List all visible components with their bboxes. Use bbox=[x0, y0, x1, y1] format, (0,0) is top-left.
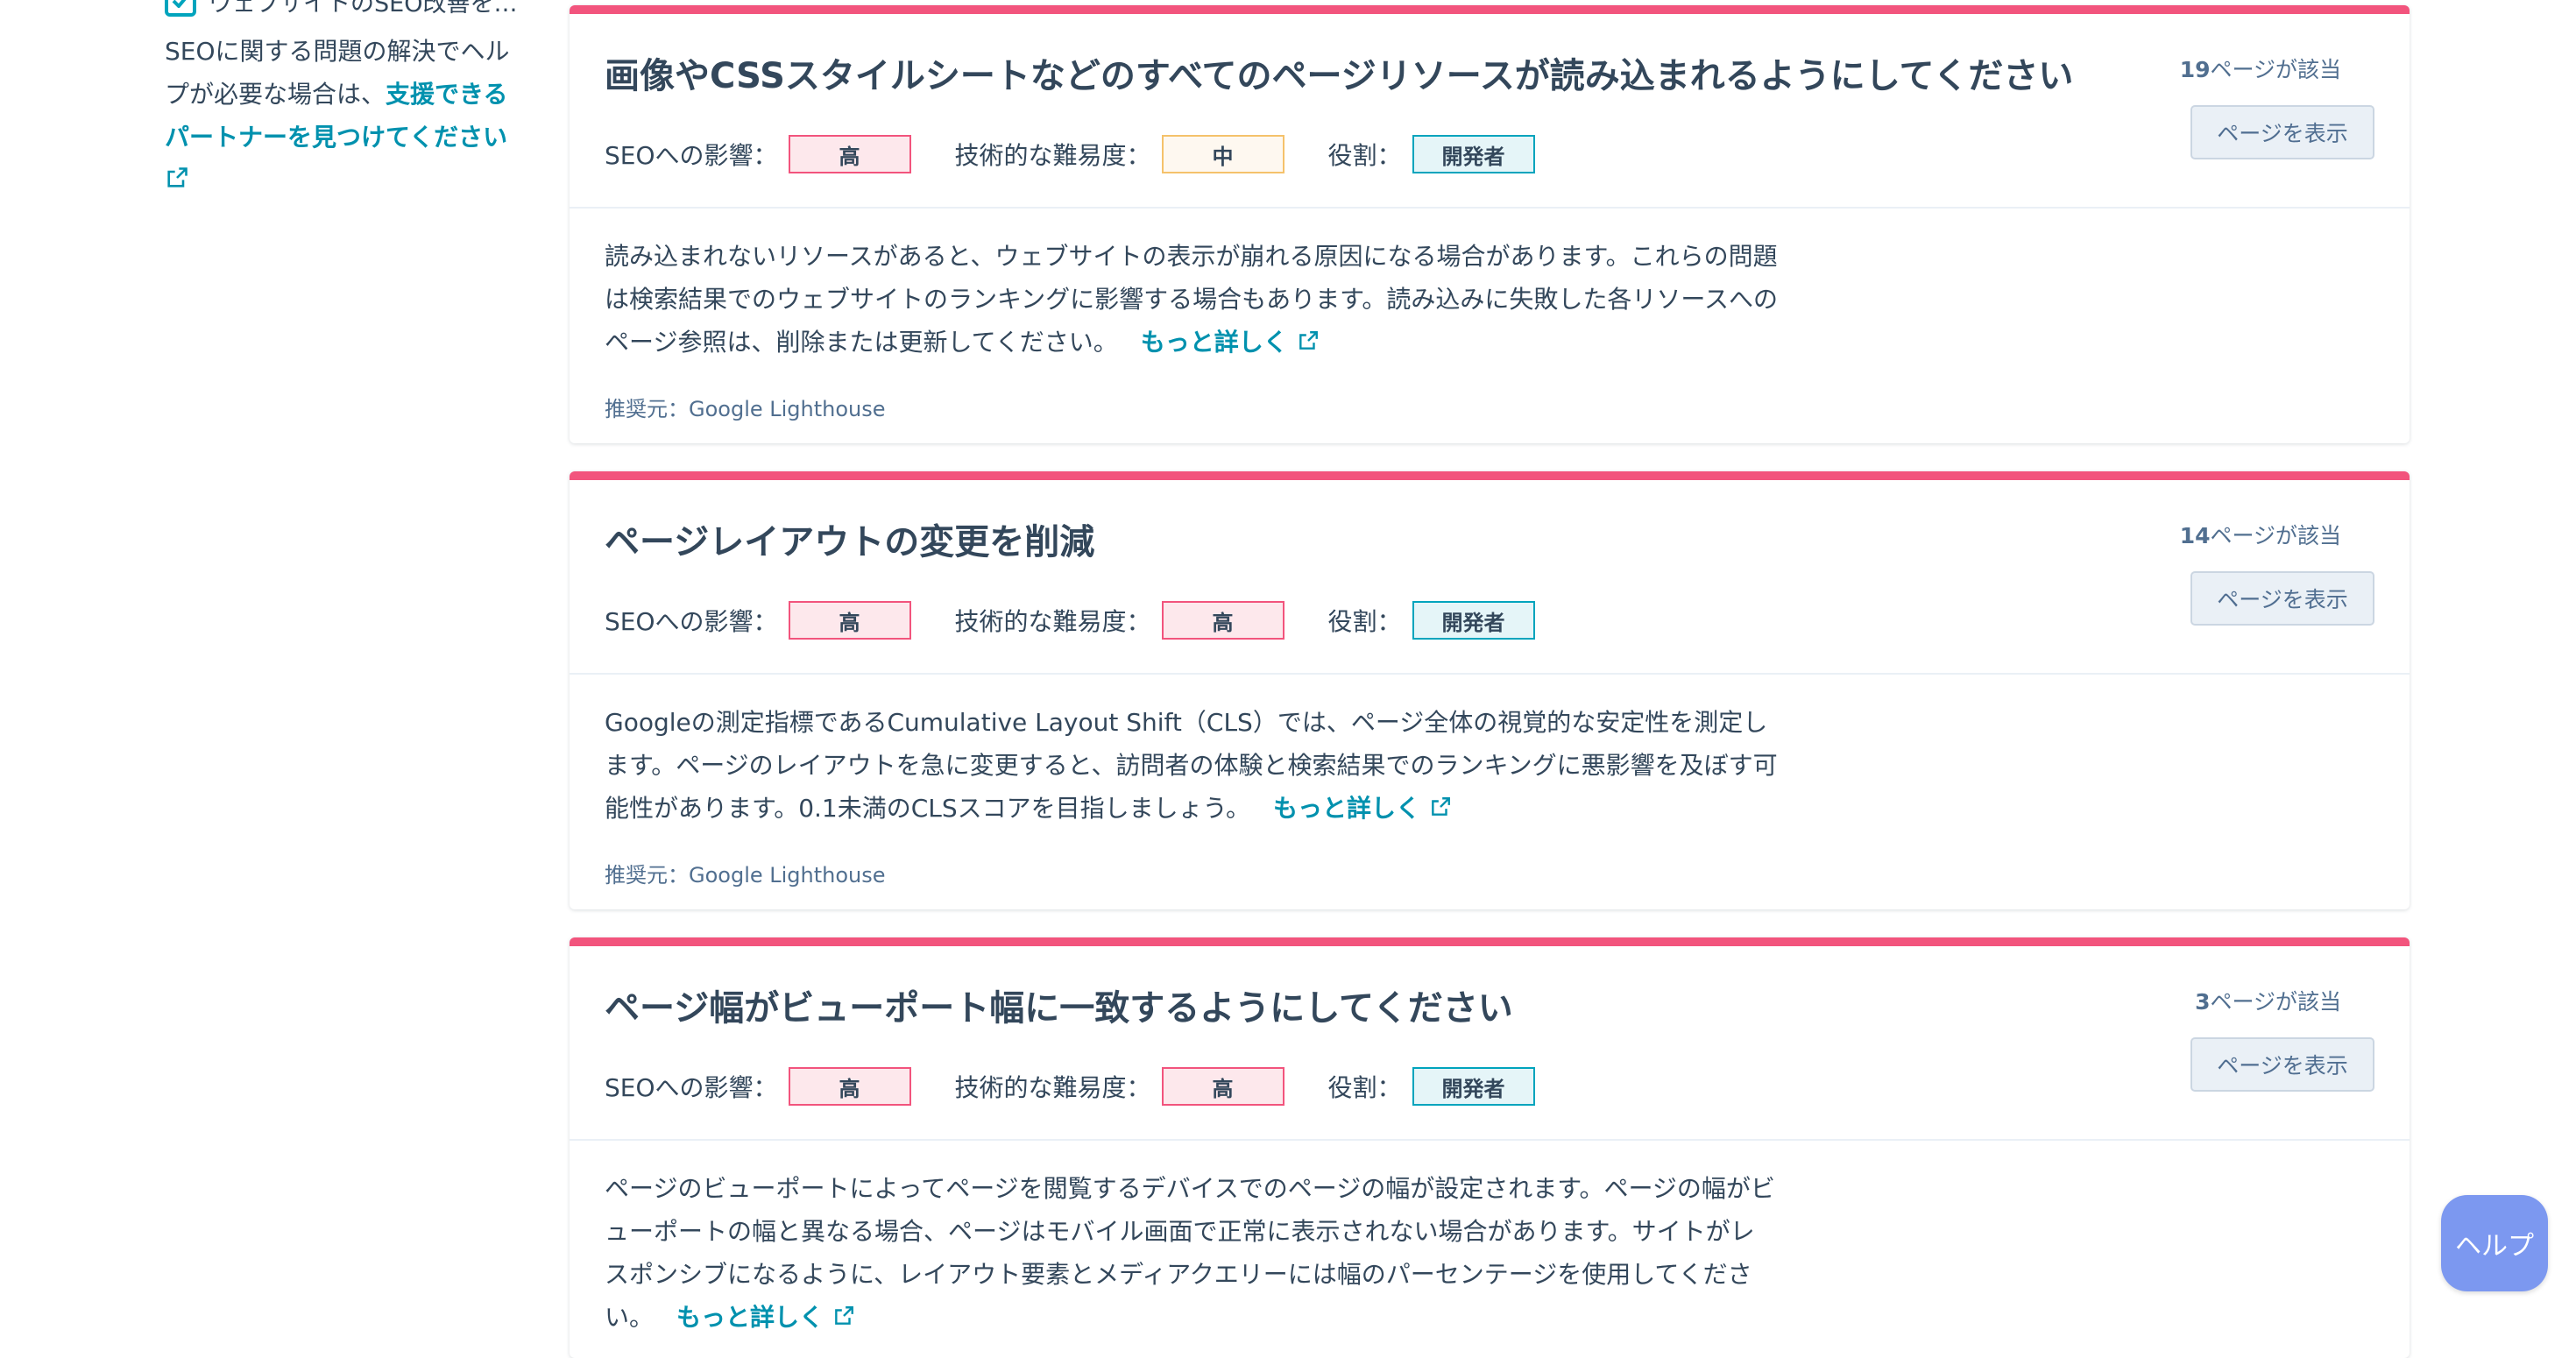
card-title: ページレイアウトの変更を削減 bbox=[605, 522, 1095, 562]
external-link-icon bbox=[1297, 322, 1320, 365]
badge-row: SEOへの影響： 高 技術的な難易度： 高 役割： 開発者 bbox=[605, 1067, 1535, 1106]
pages-count-number: 3 bbox=[2195, 989, 2211, 1015]
badge-row: SEOへの影響： 高 技術的な難易度： 中 役割： 開発者 bbox=[605, 135, 1535, 173]
pages-count: 3ページが該当 bbox=[2195, 985, 2341, 1016]
pages-count: 19ページが該当 bbox=[2180, 53, 2341, 84]
help-button[interactable]: ヘルプ bbox=[2441, 1195, 2548, 1291]
difficulty-badge: 中 bbox=[1161, 135, 1284, 173]
recommendation-source: 推奨元：Google Lighthouse bbox=[605, 862, 886, 888]
pages-count-suffix: ページが該当 bbox=[2210, 989, 2341, 1015]
role-label: 役割： bbox=[1327, 141, 1402, 170]
external-link-icon[interactable] bbox=[165, 160, 189, 203]
pages-count-number: 19 bbox=[2179, 57, 2211, 82]
view-pages-button[interactable]: ページを表示 bbox=[2190, 571, 2374, 626]
difficulty-badge: 高 bbox=[1161, 1067, 1284, 1106]
learn-more-link[interactable]: もっと詳しく bbox=[1273, 794, 1452, 823]
seo-impact-badge: 高 bbox=[788, 1067, 911, 1106]
view-pages-button[interactable]: ページを表示 bbox=[2190, 105, 2374, 159]
difficulty-label: 技術的な難易度： bbox=[954, 1073, 1151, 1102]
card-description: ページのビューポートによってページを閲覧するデバイスでのページの幅が設定されます… bbox=[605, 1167, 1779, 1340]
seo-impact-label: SEOへの影響： bbox=[605, 607, 778, 636]
seo-impact-badge: 高 bbox=[788, 601, 911, 640]
pages-count-suffix: ページが該当 bbox=[2210, 57, 2341, 82]
badge-row: SEOへの影響： 高 技術的な難易度： 高 役割： 開発者 bbox=[605, 601, 1535, 640]
difficulty-label: 技術的な難易度： bbox=[954, 141, 1151, 170]
card-title: ページ幅がビューポート幅に一致するようにしてください bbox=[605, 988, 1513, 1029]
sidebar-check-label: ウェブサイトのSEO改善を… bbox=[209, 0, 518, 18]
pages-count: 14ページが該当 bbox=[2180, 519, 2341, 550]
pages-count-suffix: ページが該当 bbox=[2210, 523, 2341, 548]
card-description: Googleの測定指標であるCumulative Layout Shift（CL… bbox=[605, 701, 1779, 831]
recommendation-card: 画像やCSSスタイルシートなどのすべてのページリソースが読み込まれるようにしてく… bbox=[570, 5, 2410, 443]
role-badge: 開発者 bbox=[1412, 601, 1535, 640]
card-description: 読み込まれないリソースがあると、ウェブサイトの表示が崩れる原因になる場合がありま… bbox=[605, 235, 1779, 365]
difficulty-label: 技術的な難易度： bbox=[954, 607, 1151, 636]
seo-impact-label: SEOへの影響： bbox=[605, 1073, 778, 1102]
role-badge: 開発者 bbox=[1412, 1067, 1535, 1106]
role-badge: 開発者 bbox=[1412, 135, 1535, 173]
learn-more-label: もっと詳しく bbox=[1272, 794, 1420, 823]
view-pages-button[interactable]: ページを表示 bbox=[2190, 1037, 2374, 1092]
recommendation-source: 推奨元：Google Lighthouse bbox=[605, 396, 886, 421]
sidebar-help-text: SEOに関する問題の解決でヘルプが必要な場合は、支援できるパートナーを見つけてく… bbox=[165, 30, 515, 203]
seo-impact-label: SEOへの影響： bbox=[605, 141, 778, 170]
pages-count-number: 14 bbox=[2179, 523, 2211, 548]
description-text: Googleの測定指標であるCumulative Layout Shift（CL… bbox=[605, 708, 1778, 823]
learn-more-label: もっと詳しく bbox=[1140, 328, 1288, 357]
role-label: 役割： bbox=[1327, 1073, 1402, 1102]
recommendation-card: ページレイアウトの変更を削減 SEOへの影響： 高 技術的な難易度： 高 役割：… bbox=[570, 471, 2410, 909]
sidebar-check-row[interactable]: ウェブサイトのSEO改善を… bbox=[165, 0, 518, 18]
recommendation-card: ページ幅がビューポート幅に一致するようにしてください SEOへの影響： 高 技術… bbox=[570, 937, 2410, 1358]
checked-checkbox-icon[interactable] bbox=[165, 0, 196, 17]
difficulty-badge: 高 bbox=[1161, 601, 1284, 640]
external-link-icon bbox=[1429, 789, 1452, 831]
seo-impact-badge: 高 bbox=[788, 135, 911, 173]
learn-more-link[interactable]: もっと詳しく bbox=[1141, 328, 1320, 357]
card-title: 画像やCSSスタイルシートなどのすべてのページリソースが読み込まれるようにしてく… bbox=[605, 56, 2074, 96]
role-label: 役割： bbox=[1327, 607, 1402, 636]
external-link-icon bbox=[832, 1298, 855, 1340]
